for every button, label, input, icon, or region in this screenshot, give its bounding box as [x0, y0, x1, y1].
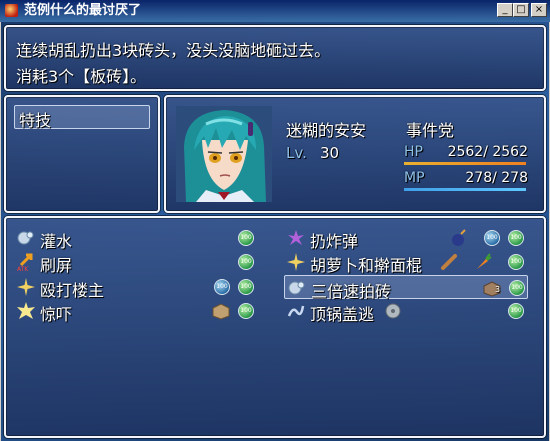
level-label: Lv. [286, 144, 307, 162]
tp-cost-icon: 100 [238, 230, 254, 246]
tp-cost-icon: 100 [508, 254, 524, 270]
mp-label: MP [404, 170, 425, 186]
mp-cost-icon: 100 [214, 279, 230, 295]
star-burst-icon [17, 302, 35, 319]
game-screen: 连续胡乱扔出3块砖头，没头没脑地砸过去。 消耗3个【板砖】。 特技 迷糊的安安 … [1, 22, 549, 441]
spark-icon [287, 253, 305, 271]
skill-item-rengzhadan[interactable]: 扔炸弹 100 100 [284, 226, 528, 251]
box-icon [212, 303, 230, 320]
atk-up-icon: ATK [17, 253, 33, 271]
actor-status-window: 迷糊的安安 事件党 Lv. 30 HP 2562/ 2562 MP 278/ 2… [164, 95, 546, 213]
item-cost-count: 3 [495, 285, 501, 294]
actor-name: 迷糊的安安 [286, 121, 367, 140]
skill-item-shuaping[interactable]: ATK 刷屏 100 [14, 250, 258, 275]
spark-icon [17, 278, 35, 296]
skill-type-window: 特技 [4, 95, 160, 213]
skill-list-window: 灌水 100 扔炸弹 100 100 ATK 刷屏 100 胡萝卜和擀面棍 10… [4, 216, 546, 438]
skill-item-guanshui[interactable]: 灌水 100 [14, 226, 258, 251]
help-line-1: 连续胡乱扔出3块砖头，没头没脑地砸过去。 [16, 41, 331, 60]
carrot-icon [477, 253, 492, 269]
skill-name: 殴打楼主 [40, 281, 105, 300]
tp-cost-icon: 100 [508, 230, 524, 246]
svg-text:ATK: ATK [17, 266, 29, 271]
skill-name: 刷屏 [40, 256, 73, 275]
hp-value: 2562/ 2562 [447, 144, 528, 160]
skill-item-jingxia[interactable]: 惊吓 100 [14, 299, 258, 324]
close-button[interactable]: × [531, 3, 547, 17]
tp-cost-icon: 100 [238, 303, 254, 319]
maximize-button[interactable]: □ [513, 3, 529, 17]
help-window: 连续胡乱扔出3块砖头，没头没脑地砸过去。 消耗3个【板砖】。 [4, 25, 546, 91]
rolling-pin-icon [441, 254, 457, 270]
actor-class: 事件党 [406, 121, 455, 140]
app-icon [5, 4, 18, 17]
skill-name: 胡萝卜和擀面棍 [310, 256, 423, 275]
skill-item-dingguogai-tao[interactable]: 顶锅盖逃 100 [284, 299, 528, 324]
skill-item-sanbeisu-paizhuan[interactable]: 三倍速拍砖 3 100 [284, 275, 528, 301]
skill-item-ouda-louzhu[interactable]: 殴打楼主 100 100 [14, 275, 258, 300]
hp-gauge [404, 162, 526, 165]
mp-value: 278/ 278 [465, 170, 528, 186]
skill-item-huluobo[interactable]: 胡萝卜和擀面棍 100 [284, 250, 528, 275]
mp-cost-icon: 100 [484, 230, 500, 246]
bomb-icon [452, 229, 466, 246]
pot-lid-icon [385, 303, 401, 319]
wind-icon [287, 305, 305, 317]
skill-name: 灌水 [40, 232, 73, 251]
tp-cost-icon: 100 [509, 280, 525, 296]
hp-label: HP [404, 144, 423, 160]
window-title: 范例什么的最讨厌了 [24, 3, 142, 18]
bubbles-icon [17, 231, 34, 245]
skill-type-item-special[interactable]: 特技 [14, 105, 150, 130]
bubbles-icon [288, 281, 305, 295]
tp-cost-icon: 100 [508, 303, 524, 319]
mp-gauge [404, 188, 526, 191]
actor-face-portrait [176, 106, 272, 202]
skill-type-label: 特技 [19, 111, 52, 130]
burst-icon [288, 230, 304, 245]
skill-name: 扔炸弹 [310, 232, 359, 251]
skill-name: 惊吓 [40, 305, 73, 324]
help-line-2: 消耗3个【板砖】。 [16, 67, 147, 86]
tp-cost-icon: 100 [238, 279, 254, 295]
window-titlebar: 范例什么的最讨厌了 _ □ × [0, 0, 550, 22]
level-value: 30 [320, 144, 340, 162]
minimize-button[interactable]: _ [497, 3, 513, 17]
tp-cost-icon: 100 [238, 254, 254, 270]
skill-name: 顶锅盖逃 [310, 305, 375, 324]
